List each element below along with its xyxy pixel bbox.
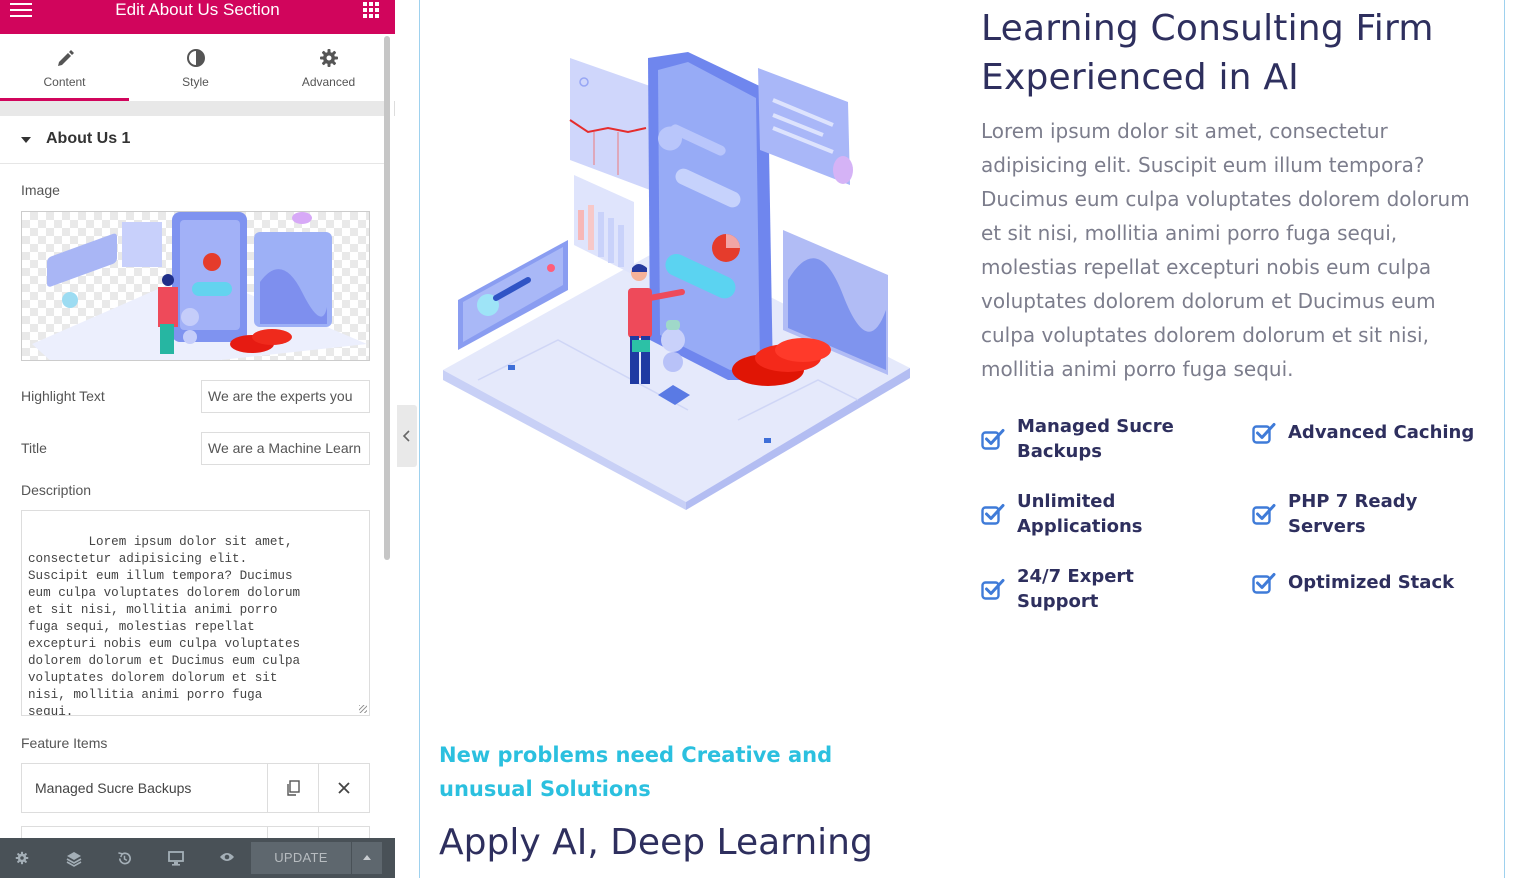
collapse-panel-button[interactable] [397,405,417,467]
widgets-grid-icon[interactable] [363,2,379,18]
panel-title: Edit About Us Section [115,0,280,19]
remove-button[interactable] [318,827,369,838]
feature-item: 24/7 Expert Support [981,564,1157,614]
feature-label: Advanced Caching [1288,422,1475,443]
half-circle-icon [186,49,205,67]
tab-content[interactable]: Content [0,34,129,101]
duplicate-button[interactable] [267,827,318,838]
about-heading: Learning Consulting Firm Experienced in … [981,8,1434,98]
tab-advanced-label: Advanced [301,75,356,89]
feature-item: PHP 7 Ready Servers [1252,489,1438,539]
feature-item-title: Managed Sucre Backups [35,780,192,796]
feature-label: Optimized Stack [1288,572,1455,593]
feature-items-label: Feature Items [21,735,108,751]
gear-icon [15,851,29,865]
update-button[interactable]: UPDATE [251,842,351,874]
about-description: Lorem ipsum dolor sit amet, consectetur … [981,119,1470,381]
image-thumbnail [32,212,367,360]
app-window: Edit About Us Section Content Style Adva… [0,0,1519,878]
pencil-icon [57,50,74,66]
title-input[interactable]: We are a Machine Learn [201,432,370,465]
caret-up-icon [363,855,371,860]
caret-down-icon [21,137,31,143]
checkbox-checked-icon [1252,572,1276,594]
editor-panel: Edit About Us Section Content Style Adva… [0,0,395,878]
save-options-button[interactable] [352,842,382,874]
duplicate-button[interactable] [267,764,318,812]
image-label: Image [21,182,60,198]
panel-controls: About Us 1 Image Highlight Text We are t… [0,116,395,838]
panel-scrollbar[interactable] [384,36,390,560]
feature-item: Managed Sucre Backups [981,414,1187,464]
copy-icon [287,780,300,796]
panel-tabs: Content Style Advanced [0,34,395,101]
feature-label: PHP 7 Ready Servers [1288,491,1418,537]
description-textarea[interactable]: Lorem ipsum dolor sit amet, consectetur … [21,510,370,716]
panel-header: Edit About Us Section [0,0,395,34]
feature-item: Advanced Caching [1252,420,1474,445]
desktop-icon [168,851,184,866]
preview-button[interactable] [208,838,244,878]
checkbox-checked-icon [981,579,1005,600]
feature-item: Unlimited Applications [981,489,1167,539]
feature-item: Optimized Stack [1252,570,1454,595]
feature-label: Unlimited Applications [1017,491,1143,537]
tab-style-label: Style [182,75,209,89]
checkbox-checked-icon [981,504,1005,525]
section-title: About Us 1 [46,130,131,147]
title-label: Title [21,440,47,456]
tab-content-label: Content [43,75,86,89]
highlight-text-label: Highlight Text [21,388,105,404]
settings-button[interactable] [4,838,40,878]
checkbox-checked-icon [981,429,1005,450]
tab-advanced[interactable]: Advanced [262,34,395,101]
remove-button[interactable] [318,764,369,812]
highlight-text-input[interactable]: We are the experts you [201,380,370,413]
feature-label: Managed Sucre Backups [1017,416,1174,462]
section-toggle[interactable]: About Us 1 [0,116,390,164]
responsive-mode-button[interactable] [157,838,193,878]
feature-item-row[interactable]: Managed Sucre Backups [21,763,370,813]
layers-icon [66,852,82,867]
close-icon [338,782,350,794]
ai-illustration [443,52,910,510]
image-picker[interactable] [21,211,370,361]
gear-icon [319,49,338,67]
history-icon [118,852,131,865]
feature-label: 24/7 Expert Support [1017,566,1134,612]
tab-divider [0,101,390,116]
tab-style[interactable]: Style [129,34,262,101]
preview-canvas: Learning Consulting Firm Experienced in … [419,0,1505,878]
highlight-text: New problems need Creative and unusual S… [439,743,833,801]
checkbox-checked-icon [1252,422,1276,444]
panel-footer: UPDATE [0,838,395,878]
resize-handle-icon[interactable] [359,705,367,713]
checkbox-checked-icon [1252,504,1276,525]
section-title: Apply AI, Deep Learning [439,822,873,863]
history-button[interactable] [106,838,142,878]
eye-icon [220,853,234,861]
chevron-left-icon [402,430,410,442]
feature-item-row-next[interactable] [21,826,370,838]
description-text: Lorem ipsum dolor sit amet, consectetur … [28,535,301,716]
navigator-button[interactable] [55,838,91,878]
description-label: Description [21,482,92,498]
